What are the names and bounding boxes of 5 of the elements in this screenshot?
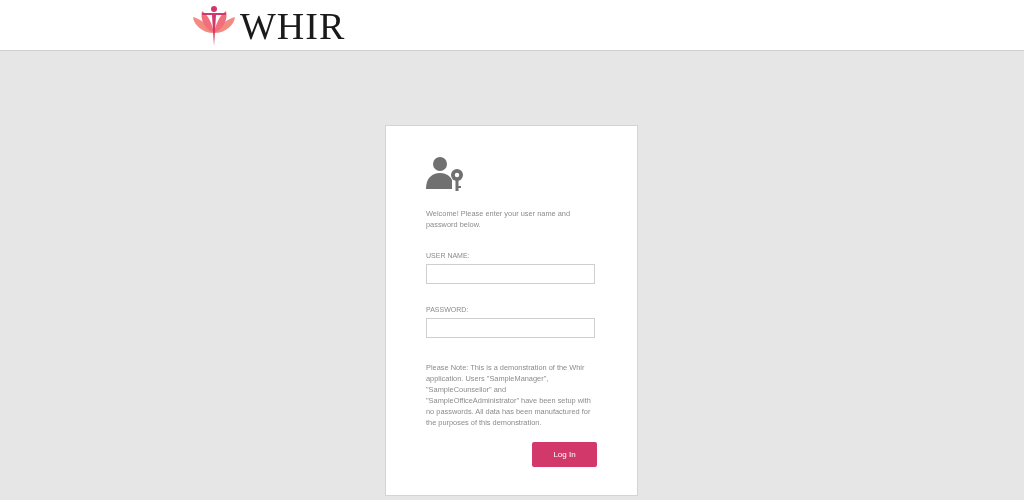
login-button[interactable]: Log In — [532, 442, 597, 467]
logo-text: WHIR — [240, 7, 346, 45]
user-key-icon — [426, 156, 466, 192]
username-field[interactable] — [426, 264, 595, 284]
password-field[interactable] — [426, 318, 595, 338]
